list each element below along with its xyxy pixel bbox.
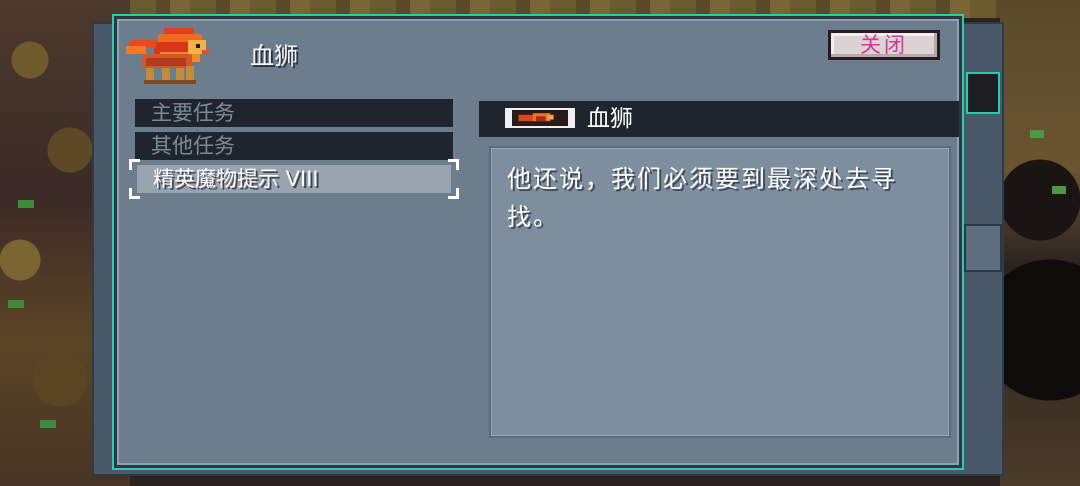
selection-corner-icon [129, 159, 140, 170]
category-main-quests[interactable]: 主要任务 [135, 99, 453, 127]
detail-title: 血狮 [587, 106, 633, 132]
detail-body: 他还说，我们必须要到最深处去寻找。 [489, 146, 951, 438]
category-elite-monster-hint-label: 精英魔物提示 VIII [153, 167, 319, 191]
dialog-title: 血狮 [250, 42, 298, 70]
blood-lion-thumb-icon [505, 108, 575, 128]
selection-corner-icon [448, 188, 459, 199]
selection-corner-icon [448, 159, 459, 170]
scroll-stub [966, 72, 1000, 114]
category-list: 主要任务 其他任务 精英魔物提示 VIII [129, 99, 459, 199]
close-button[interactable]: 关闭 [828, 30, 940, 60]
side-marker [964, 224, 1002, 272]
blood-lion-portrait-icon [126, 28, 210, 84]
detail-description: 他还说，我们必须要到最深处去寻找。 [507, 165, 897, 231]
detail-header: 血狮 [479, 101, 959, 137]
category-other-quests[interactable]: 其他任务 [135, 132, 453, 160]
dialog-header: 血狮 关闭 [120, 22, 956, 84]
category-elite-monster-hint[interactable]: 精英魔物提示 VIII [129, 159, 459, 199]
selection-corner-icon [129, 188, 140, 199]
cave-wall-right [1000, 0, 1080, 486]
quest-dialog: 血狮 关闭 主要任务 其他任务 精英魔物提示 VIII 血狮 他还说，我们必须要… [114, 16, 962, 468]
